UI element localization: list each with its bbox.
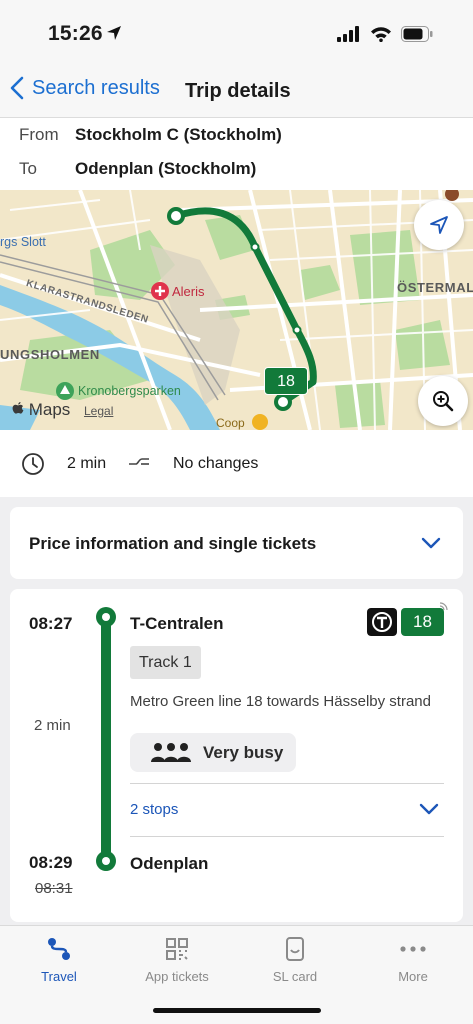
crowding-indicator: Very busy: [130, 733, 296, 772]
intermediate-stops-toggle[interactable]: 2 stops: [130, 785, 444, 835]
cellular-signal-icon: [337, 26, 359, 42]
to-row: To Odenplan (Stockholm): [0, 154, 473, 184]
map-label-aleris: Aleris: [172, 284, 205, 299]
map-background: [0, 190, 473, 430]
tab-travel[interactable]: Travel: [0, 934, 118, 994]
from-value: Stockholm C (Stockholm): [75, 125, 282, 144]
tab-sl-card[interactable]: SL card: [236, 934, 354, 994]
trip-origin-destination: From Stockholm C (Stockholm) To Odenplan…: [0, 118, 473, 190]
tab-more[interactable]: More: [354, 934, 472, 994]
navigation-bar: Search results Trip details: [0, 66, 473, 118]
price-information-card[interactable]: Price information and single tickets: [10, 507, 463, 579]
status-bar: 15:26: [0, 0, 473, 66]
divider: [130, 783, 444, 784]
from-row: From Stockholm C (Stockholm): [0, 120, 473, 150]
map-label-kronobergsparken: Kronobergsparken: [78, 384, 181, 398]
arrival-time: 08:29: [29, 853, 73, 872]
trip-summary: 2 min No changes: [0, 430, 473, 497]
leg-duration: 2 min: [34, 717, 71, 734]
track-badge: Track 1: [130, 646, 201, 679]
intermediate-stops-label: 2 stops: [130, 801, 179, 818]
status-time: 15:26: [48, 22, 103, 45]
battery-icon: [401, 26, 433, 42]
arrival-stop: Odenplan: [130, 854, 209, 873]
crowding-label: Very busy: [203, 742, 284, 762]
apple-logo-icon: [12, 402, 24, 414]
tab-app-tickets[interactable]: App tickets: [118, 934, 236, 994]
arrival-stop-marker: [96, 851, 116, 871]
price-information-label: Price information and single tickets: [29, 534, 317, 553]
more-icon: [354, 934, 472, 964]
travel-icon: [0, 934, 118, 964]
route-map[interactable]: rgs Slott Aleris KLARASTRANDSLEDEN UNGSH…: [0, 190, 473, 430]
map-legal-link[interactable]: Legal: [84, 404, 113, 418]
back-button-label: Search results: [32, 76, 160, 99]
divider: [130, 836, 444, 837]
people-crowd-icon: [151, 742, 191, 762]
zoom-in-icon: [433, 391, 454, 412]
home-indicator: [153, 1008, 321, 1013]
metro-logo-icon: [367, 608, 397, 636]
map-label-slott: rgs Slott: [0, 235, 46, 249]
zoom-map-button[interactable]: [418, 376, 468, 426]
map-label-kungsholmen: UNGSHOLMEN: [0, 347, 100, 362]
maps-logo-text: Maps: [28, 400, 71, 419]
route-line: [101, 616, 111, 862]
line-number-badge: 18: [401, 608, 444, 636]
locate-me-button[interactable]: [414, 200, 464, 250]
map-route-badge: 18: [264, 367, 308, 395]
transfer-icon: [129, 458, 149, 465]
location-arrow-icon: [106, 25, 122, 46]
line-direction: Metro Green line 18 towards Hässelby str…: [130, 693, 431, 710]
status-icons: [337, 26, 433, 42]
realtime-icon: [439, 602, 448, 611]
chevron-left-icon: [10, 76, 24, 100]
departure-stop: T-Centralen: [130, 614, 224, 633]
scheduled-arrival-time: 08:31: [35, 880, 73, 897]
trip-changes: No changes: [173, 455, 259, 472]
sl-card-icon: [236, 934, 354, 964]
chevron-down-icon: [421, 537, 441, 549]
page-title: Trip details: [185, 80, 291, 102]
apple-maps-logo: Maps: [12, 400, 70, 420]
map-label-ostermalm: ÖSTERMAL: [397, 280, 473, 295]
trip-duration: 2 min: [67, 455, 107, 472]
back-button[interactable]: Search results: [10, 76, 160, 100]
chevron-down-icon: [419, 803, 439, 815]
to-label: To: [19, 159, 37, 178]
map-label-coop: Coop: [216, 416, 245, 430]
tab-more-label: More: [398, 969, 428, 984]
departure-stop-marker: [96, 607, 116, 627]
tab-sl-card-label: SL card: [272, 969, 318, 984]
departure-time: 08:27: [29, 614, 73, 633]
tab-travel-label: Travel: [41, 969, 77, 984]
from-label: From: [19, 125, 59, 144]
tab-app-tickets-label: App tickets: [145, 969, 209, 984]
clock-icon: [22, 453, 44, 475]
to-value: Odenplan (Stockholm): [75, 159, 257, 178]
qr-ticket-icon: [118, 934, 236, 964]
journey-leg-card: 08:27 2 min 08:29 08:31 T-Centralen 18 T…: [10, 589, 463, 922]
location-arrow-icon: [430, 216, 448, 234]
wifi-icon: [371, 27, 391, 42]
